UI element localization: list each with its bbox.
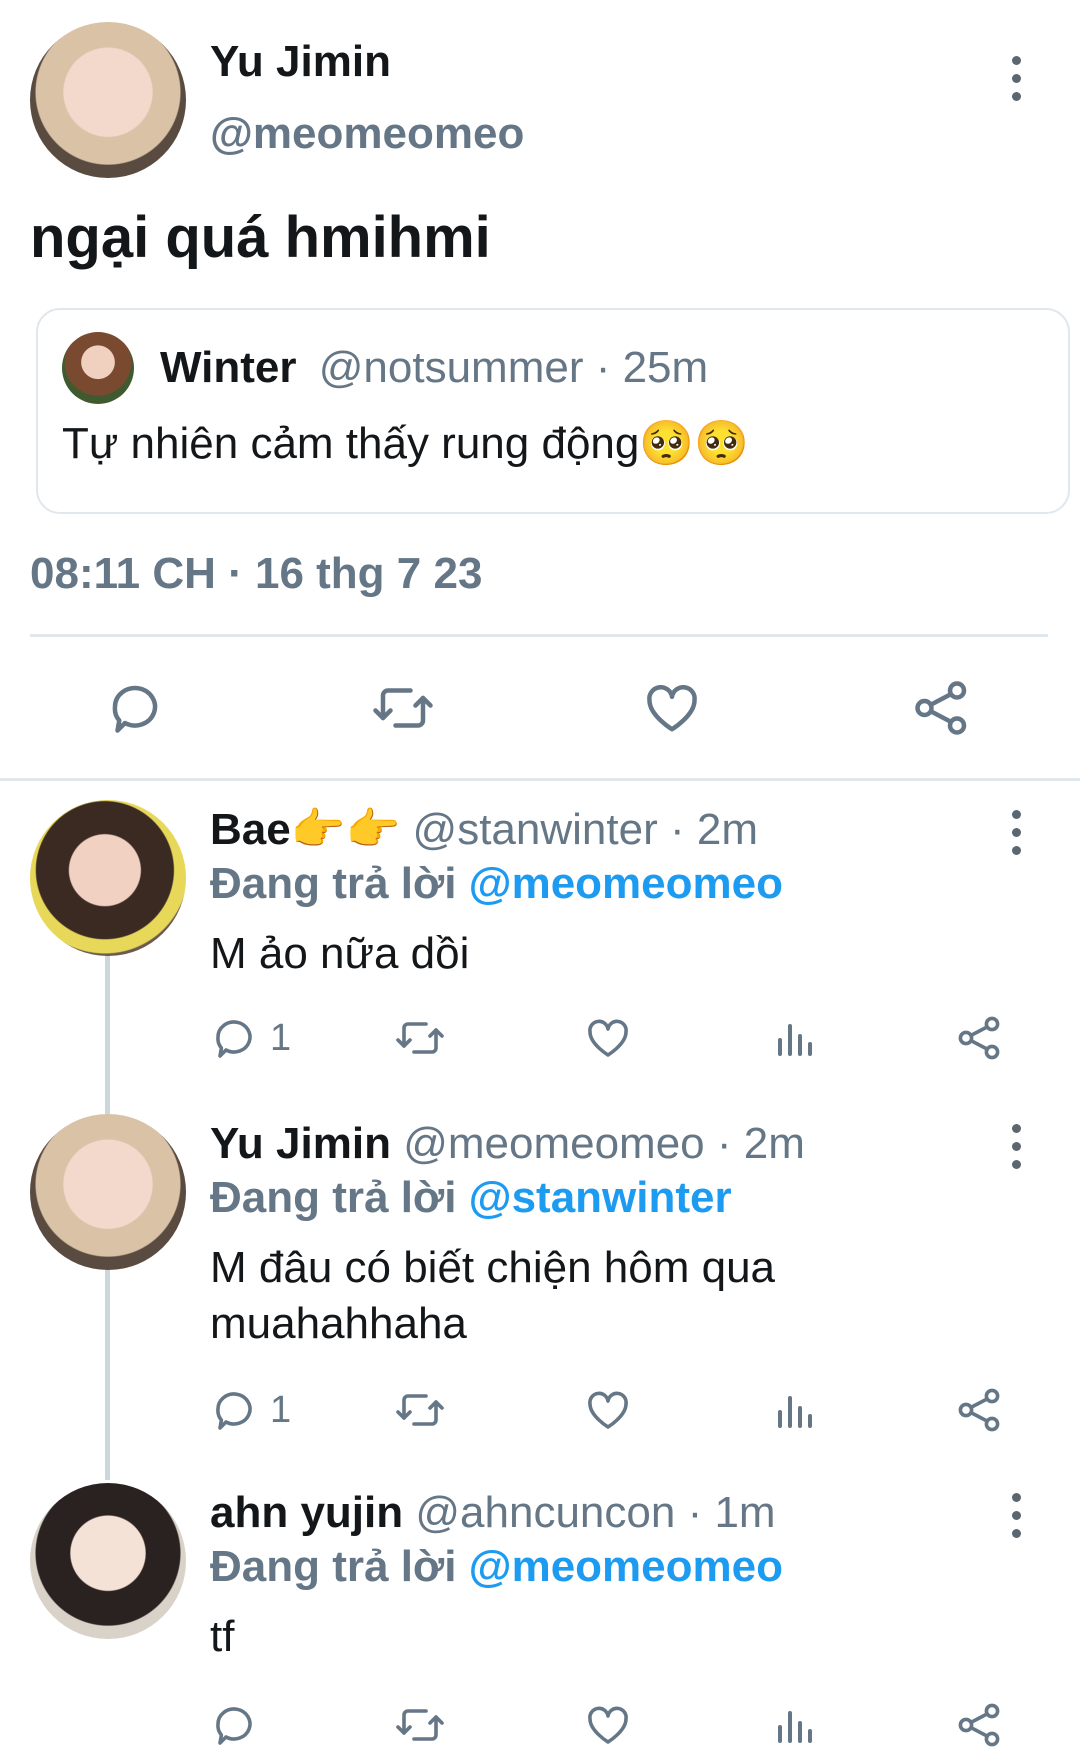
- quoted-header: Winter @notsummer · 25m: [160, 342, 708, 394]
- quoted-text-row: Tự nhiên cảm thấy rung động🥺🥺: [62, 418, 749, 470]
- analytics-icon[interactable]: [772, 1386, 820, 1434]
- like-icon[interactable]: [584, 1701, 632, 1749]
- reply-icon[interactable]: [210, 1386, 258, 1434]
- reply-text-continued: muahahhaha: [210, 1299, 467, 1348]
- quoted-tweet-card[interactable]: [36, 308, 1070, 514]
- reply-author-name[interactable]: ahn yujin: [210, 1488, 403, 1537]
- like-icon[interactable]: [584, 1014, 632, 1062]
- reply-icon[interactable]: [105, 678, 165, 738]
- reply-author-handle[interactable]: @ahncuncon: [415, 1488, 675, 1537]
- reply-header: Yu Jimin @meomeomeo · 2m: [210, 1118, 805, 1170]
- reply-icon[interactable]: [210, 1014, 258, 1062]
- quoted-text: Tự nhiên cảm thấy rung động: [62, 419, 640, 468]
- share-icon[interactable]: [956, 1701, 1004, 1749]
- tweet-timestamp: 08:11 CH · 16 thg 7 23: [30, 549, 483, 598]
- more-options-icon[interactable]: [1010, 1493, 1022, 1538]
- replying-to-label: Đang trả lời: [210, 1542, 457, 1591]
- replying-to-label: Đang trả lời: [210, 859, 457, 908]
- reply-item[interactable]: ahn yujin @ahncuncon · 1m Đang trả lời @…: [0, 1473, 1080, 1761]
- replying-to-handle[interactable]: @meomeomeo: [469, 859, 783, 908]
- more-options-icon[interactable]: [1010, 810, 1022, 855]
- pleading-face-emoji: 🥺🥺: [639, 419, 749, 468]
- quoted-author-name: Winter: [160, 343, 297, 392]
- analytics-icon[interactable]: [772, 1014, 820, 1062]
- reply-avatar[interactable]: [30, 1483, 186, 1639]
- reply-count: 1: [270, 1017, 292, 1059]
- reply-author-name[interactable]: Bae: [210, 805, 291, 854]
- replying-to-handle[interactable]: @meomeomeo: [469, 1542, 783, 1591]
- divider: [30, 634, 1048, 637]
- retweet-icon[interactable]: [370, 678, 436, 738]
- quoted-time: · 25m: [595, 343, 709, 392]
- reply-text: M đâu có biết chiện hôm qua: [210, 1243, 776, 1292]
- reply-header: ahn yujin @ahncuncon · 1m: [210, 1487, 776, 1539]
- reply-author-handle[interactable]: @stanwinter: [413, 805, 658, 854]
- share-icon[interactable]: [956, 1014, 1004, 1062]
- quoted-author-handle: @notsummer: [318, 343, 584, 392]
- reply-item[interactable]: Bae👉👉 @stanwinter · 2m Đang trả lời @meo…: [0, 790, 1080, 1090]
- author-name[interactable]: Yu Jimin: [210, 36, 391, 88]
- analytics-icon[interactable]: [772, 1701, 820, 1749]
- reply-text: tf: [210, 1612, 235, 1661]
- section-divider: [0, 778, 1080, 781]
- reply-text: M ảo nữa dồi: [210, 929, 470, 978]
- pointing-hands-emoji: 👉👉: [290, 805, 401, 854]
- reply-count: 1: [270, 1389, 292, 1431]
- retweet-icon[interactable]: [394, 1014, 446, 1062]
- reply-avatar[interactable]: [30, 800, 186, 956]
- reply-icon[interactable]: [210, 1701, 258, 1749]
- reply-time: · 1m: [687, 1488, 776, 1537]
- reply-avatar[interactable]: [30, 1114, 186, 1270]
- reply-time: · 2m: [669, 805, 758, 854]
- reply-author-handle[interactable]: @meomeomeo: [403, 1119, 704, 1168]
- more-options-icon[interactable]: [1010, 1124, 1022, 1169]
- share-icon[interactable]: [956, 1386, 1004, 1434]
- replying-to: Đang trả lời @meomeomeo: [210, 858, 783, 910]
- reply-header: Bae👉👉 @stanwinter · 2m: [210, 804, 758, 856]
- reply-item[interactable]: Yu Jimin @meomeomeo · 2m Đang trả lời @s…: [0, 1104, 1080, 1464]
- author-avatar[interactable]: [30, 22, 186, 178]
- like-icon[interactable]: [642, 678, 702, 738]
- tweet-text: ngại quá hmihmi: [30, 205, 491, 270]
- replying-to-handle[interactable]: @stanwinter: [469, 1173, 732, 1222]
- reply-time: · 2m: [716, 1119, 805, 1168]
- quoted-author-avatar: [62, 332, 134, 404]
- like-icon[interactable]: [584, 1386, 632, 1434]
- share-icon[interactable]: [912, 678, 972, 738]
- retweet-icon[interactable]: [394, 1386, 446, 1434]
- replying-to: Đang trả lời @stanwinter: [210, 1172, 732, 1224]
- retweet-icon[interactable]: [394, 1701, 446, 1749]
- reply-author-name[interactable]: Yu Jimin: [210, 1119, 391, 1168]
- replying-to: Đang trả lời @meomeomeo: [210, 1541, 783, 1593]
- author-handle[interactable]: @meomeomeo: [210, 108, 524, 160]
- more-options-icon[interactable]: [1010, 56, 1022, 101]
- replying-to-label: Đang trả lời: [210, 1173, 457, 1222]
